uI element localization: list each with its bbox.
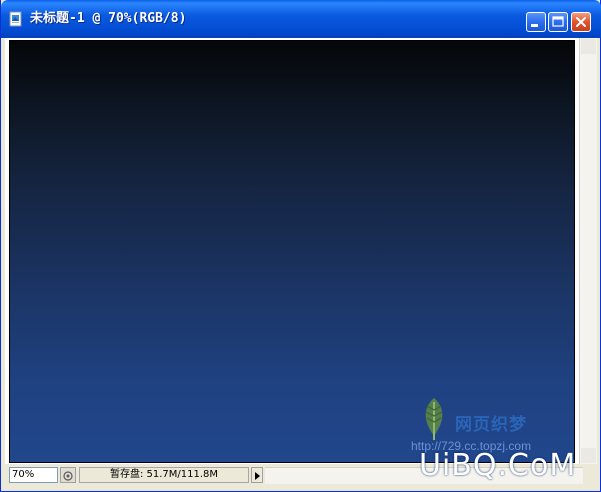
close-icon [576, 17, 586, 27]
watermark-brand: UiBQ.CoM [419, 448, 577, 483]
scroll-up-button[interactable] [581, 39, 596, 54]
navigator-icon [63, 471, 73, 481]
status-menu-button[interactable] [251, 467, 263, 483]
image-canvas[interactable] [9, 40, 575, 463]
triangle-right-icon [255, 472, 260, 480]
watermark-site-name: 网页织梦 [455, 415, 527, 435]
maximize-icon [552, 16, 564, 27]
photoshop-document-icon[interactable] [8, 11, 24, 27]
scroll-down-button[interactable] [581, 448, 596, 463]
close-button[interactable] [571, 12, 591, 32]
zoom-level-field[interactable]: 70% [9, 467, 58, 483]
resize-grip[interactable] [585, 467, 599, 483]
maximize-button[interactable] [548, 12, 568, 32]
minimize-button[interactable] [526, 12, 546, 32]
window-title: 未标题-1 @ 70%(RGB/8) [30, 11, 187, 26]
navigator-button[interactable] [60, 467, 76, 483]
leaf-logo-icon [425, 398, 443, 440]
document-window: 未标题-1 @ 70%(RGB/8) 70% 暂存盘: 51.7M/111.8M… [0, 0, 601, 492]
scratch-disk-info: 暂存盘: 51.7M/111.8M [79, 467, 249, 483]
vertical-scrollbar[interactable] [579, 38, 597, 464]
title-bar[interactable]: 未标题-1 @ 70%(RGB/8) [1, 0, 601, 38]
minimize-icon [531, 24, 538, 27]
